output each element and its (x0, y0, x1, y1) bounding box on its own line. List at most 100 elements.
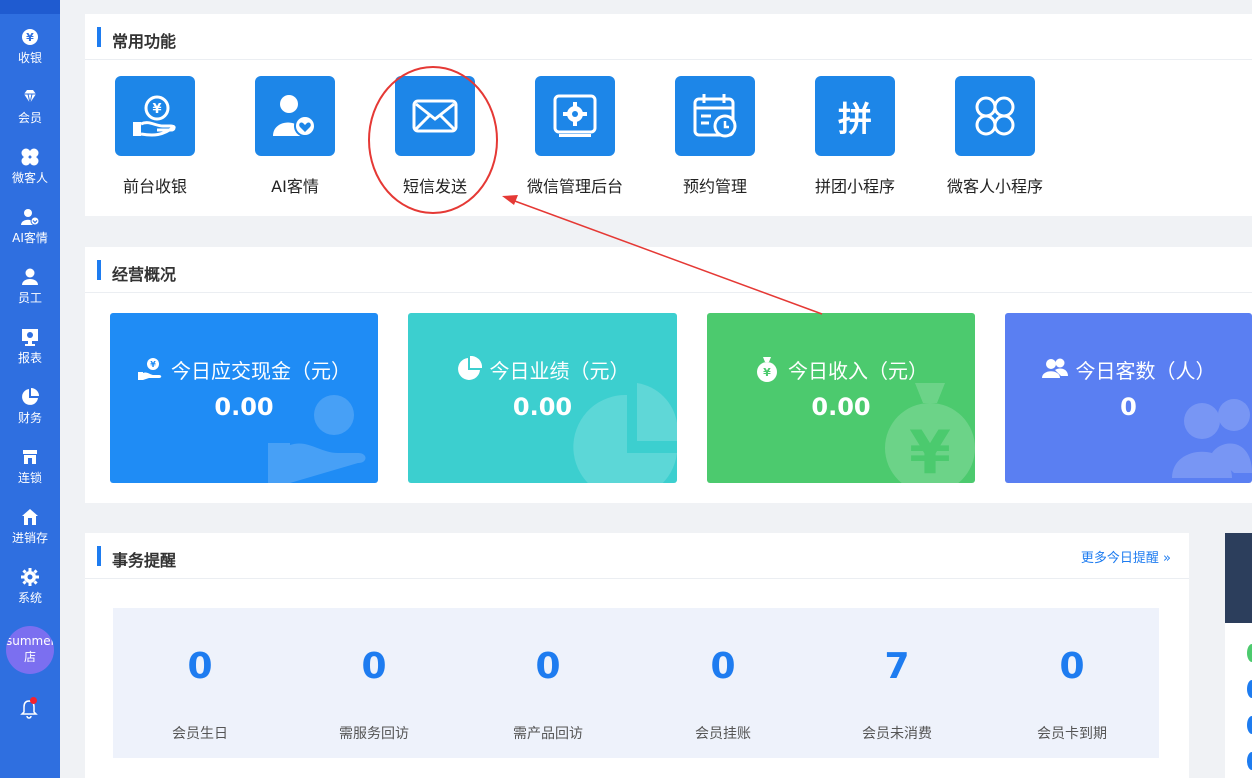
panel-header: 事务提醒 更多今日提醒 » (85, 533, 1189, 579)
func-group-buy[interactable]: 拼 拼团小程序 (785, 76, 925, 197)
svg-text:¥: ¥ (150, 360, 156, 369)
money-bag-icon: ¥ (757, 357, 777, 382)
stat-card-income[interactable]: ¥ ¥ 今日收入（元） 0.00 (707, 313, 975, 483)
notification-dot (30, 697, 37, 704)
users-icon (1041, 358, 1068, 378)
stat-card-label: 今日业绩（元） (489, 359, 630, 383)
stat-card-value: 0.00 (811, 393, 871, 421)
stat-card-value: 0 (1120, 393, 1137, 421)
more-reminders-link[interactable]: 更多今日提醒 » (1081, 547, 1171, 566)
sidebar-item-report[interactable]: 报表 (0, 318, 60, 374)
stat-card-value: 0.00 (214, 393, 274, 421)
panel-title: 经营概况 (112, 265, 177, 284)
report-monitor-icon (22, 328, 38, 346)
status-dot-blue (1247, 680, 1252, 698)
func-icon-box[interactable] (675, 76, 755, 156)
status-dot-green (1247, 644, 1252, 662)
svg-text:¥: ¥ (152, 102, 161, 117)
sidebar-item-ai[interactable]: AI客情 (0, 198, 60, 254)
reminder-label: 需服务回访 (339, 726, 409, 742)
sidebar-item-label: 微客人 (11, 170, 48, 185)
func-label: 前台收银 (122, 177, 187, 196)
reminder-member-inactive[interactable]: 7 会员未消费 (810, 608, 984, 758)
pie-chart-icon (22, 387, 39, 405)
reminder-member-birthday[interactable]: 0 会员生日 (113, 608, 287, 758)
func-label: 微客人小程序 (946, 177, 1043, 196)
sidebar-item-cashier[interactable]: ¥ 收银 (0, 18, 60, 74)
func-wechat-admin[interactable]: 微信管理后台 (505, 76, 645, 197)
panel-header: 常用功能 (85, 14, 1252, 60)
func-icon-box[interactable]: 拼 (815, 76, 895, 156)
func-icon-box[interactable] (955, 76, 1035, 156)
func-label: 微信管理后台 (526, 177, 623, 196)
func-icon-box[interactable] (255, 76, 335, 156)
cash-register-icon: ¥ (133, 95, 176, 137)
func-front-cashier[interactable]: ¥ 前台收银 (85, 76, 225, 197)
pin-text-icon: 拼 (838, 99, 872, 140)
sidebar-item-inventory[interactable]: 进销存 (0, 498, 60, 554)
reminder-stats: 0 会员生日 0 需服务回访 0 需产品回访 0 会员挂账 7 会员未消费 0 … (113, 608, 1159, 758)
sidebar-item-label: 系统 (17, 590, 42, 605)
reminder-member-credit[interactable]: 0 会员挂账 (636, 608, 810, 758)
stat-card-label: 今日应交现金（元） (171, 359, 351, 383)
person-icon (22, 268, 38, 285)
sidebar-item-label: 报表 (17, 350, 42, 365)
user-heart-icon (273, 95, 316, 137)
reminder-value: 0 (535, 646, 561, 687)
sidebar-item-system[interactable]: 系统 (0, 558, 60, 614)
store-avatar[interactable]: summer5A店 (6, 626, 54, 674)
yen-coin-icon: ¥ (22, 28, 38, 45)
title-accent-bar (97, 260, 101, 280)
stat-card-header: ¥ 今日收入（元） (707, 355, 975, 384)
sidebar-item-weike[interactable]: 微客人 (0, 138, 60, 194)
reminder-value: 7 (884, 646, 910, 687)
func-ai-customer[interactable]: AI客情 (225, 76, 365, 197)
panel-header: 经营概况 (85, 247, 1252, 293)
func-label: 拼团小程序 (814, 177, 895, 196)
panel-title: 常用功能 (112, 32, 177, 51)
stat-card-cash-due[interactable]: ¥ 今日应交现金（元） 0.00 (110, 313, 378, 483)
sidebar-item-label: 连锁 (17, 470, 42, 485)
reminder-label: 会员卡到期 (1037, 726, 1107, 742)
reminder-value: 0 (187, 646, 213, 687)
sidebar-item-label: 进销存 (11, 530, 48, 545)
reminder-label: 需产品回访 (513, 726, 583, 742)
reminder-label: 会员未消费 (862, 726, 932, 742)
func-weike-mini[interactable]: 微客人小程序 (925, 76, 1065, 197)
sidebar-top-strip (0, 0, 60, 14)
sidebar-item-staff[interactable]: 员工 (0, 258, 60, 314)
annotation-circle (368, 66, 498, 214)
stat-card-label: 今日客数（人） (1075, 359, 1216, 383)
sidebar-item-chain[interactable]: 连锁 (0, 438, 60, 494)
func-icon-box[interactable] (535, 76, 615, 156)
sidebar-item-label: 会员 (17, 110, 42, 125)
svg-text:¥: ¥ (26, 31, 34, 44)
svg-text:¥: ¥ (763, 366, 771, 379)
user-heart-icon (21, 208, 40, 225)
stat-card-header: 今日业绩（元） (408, 355, 677, 384)
sidebar-item-label: 财务 (17, 410, 42, 425)
gear-icon (21, 567, 39, 586)
stat-card-performance[interactable]: 今日业绩（元） 0.00 (408, 313, 677, 483)
stat-card-customers[interactable]: 今日客数（人） 0 (1005, 313, 1252, 483)
reminder-card-expiry[interactable]: 0 会员卡到期 (985, 608, 1159, 758)
store-icon (23, 449, 37, 464)
func-booking[interactable]: 预约管理 (645, 76, 785, 197)
stat-card-label: 今日收入（元） (788, 359, 928, 383)
reminder-value: 0 (710, 646, 736, 687)
reminder-service-followup[interactable]: 0 需服务回访 (287, 608, 461, 758)
reminder-product-followup[interactable]: 0 需产品回访 (461, 608, 635, 758)
sidebar-item-label: AI客情 (12, 230, 48, 245)
sidebar-item-label: 员工 (17, 290, 42, 305)
status-dot-blue (1247, 716, 1252, 734)
diamond-icon (24, 89, 36, 103)
sidebar-item-member[interactable]: 会员 (0, 78, 60, 134)
func-label: 预约管理 (682, 177, 747, 196)
reminders-panel: 事务提醒 更多今日提醒 » 0 会员生日 0 需服务回访 0 需产品回访 0 会… (85, 533, 1189, 778)
stat-card-value: 0.00 (512, 393, 573, 421)
clover-icon (21, 148, 39, 165)
reminder-value: 0 (1059, 646, 1085, 687)
func-icon-box[interactable]: ¥ (115, 76, 195, 156)
sidebar-item-finance[interactable]: 财务 (0, 378, 60, 434)
panel-title: 事务提醒 (112, 551, 177, 570)
